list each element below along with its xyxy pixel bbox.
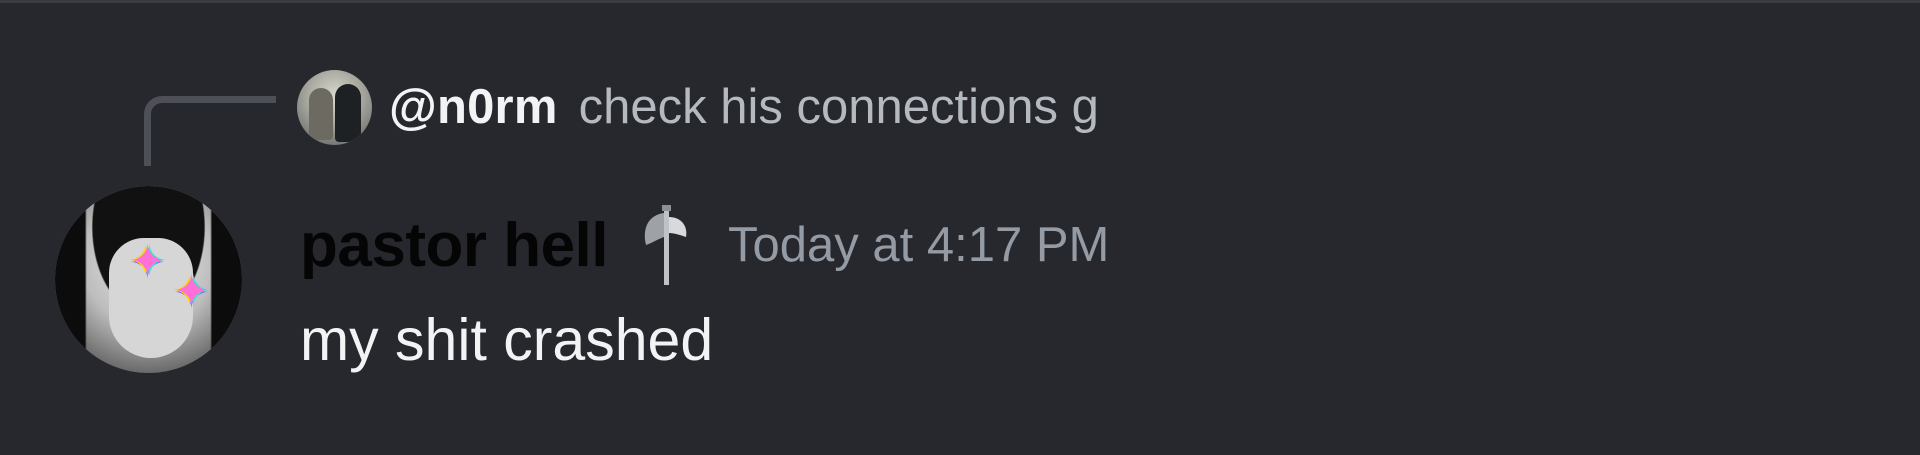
reply-preview[interactable]: @n0rm check his connections g: [297, 68, 1099, 146]
message-header: pastor hell Today at 4:17 PM: [300, 200, 1109, 290]
author-avatar[interactable]: ✦ ✦: [55, 186, 242, 373]
avatar-figure-left: [309, 87, 333, 140]
top-divider: [0, 0, 1920, 3]
reply-connector-line: [144, 96, 276, 166]
pentagram-icon: ✦: [129, 237, 166, 286]
axe-icon-graphic: [644, 205, 687, 285]
axe-icon[interactable]: [638, 203, 696, 287]
reply-author-name[interactable]: @n0rm: [389, 79, 558, 135]
author-name[interactable]: pastor hell: [300, 210, 609, 281]
reply-message-text[interactable]: check his connections g: [579, 79, 1099, 135]
message-timestamp[interactable]: Today at 4:17 PM: [728, 217, 1109, 273]
reply-author-avatar[interactable]: [297, 69, 372, 145]
pentagram-icon: ✦: [173, 267, 210, 316]
chat-message-view: @n0rm check his connections g ✦ ✦ pastor…: [0, 0, 1920, 455]
message-content: my shit crashed: [300, 307, 714, 373]
avatar-figure-right: [335, 83, 361, 142]
